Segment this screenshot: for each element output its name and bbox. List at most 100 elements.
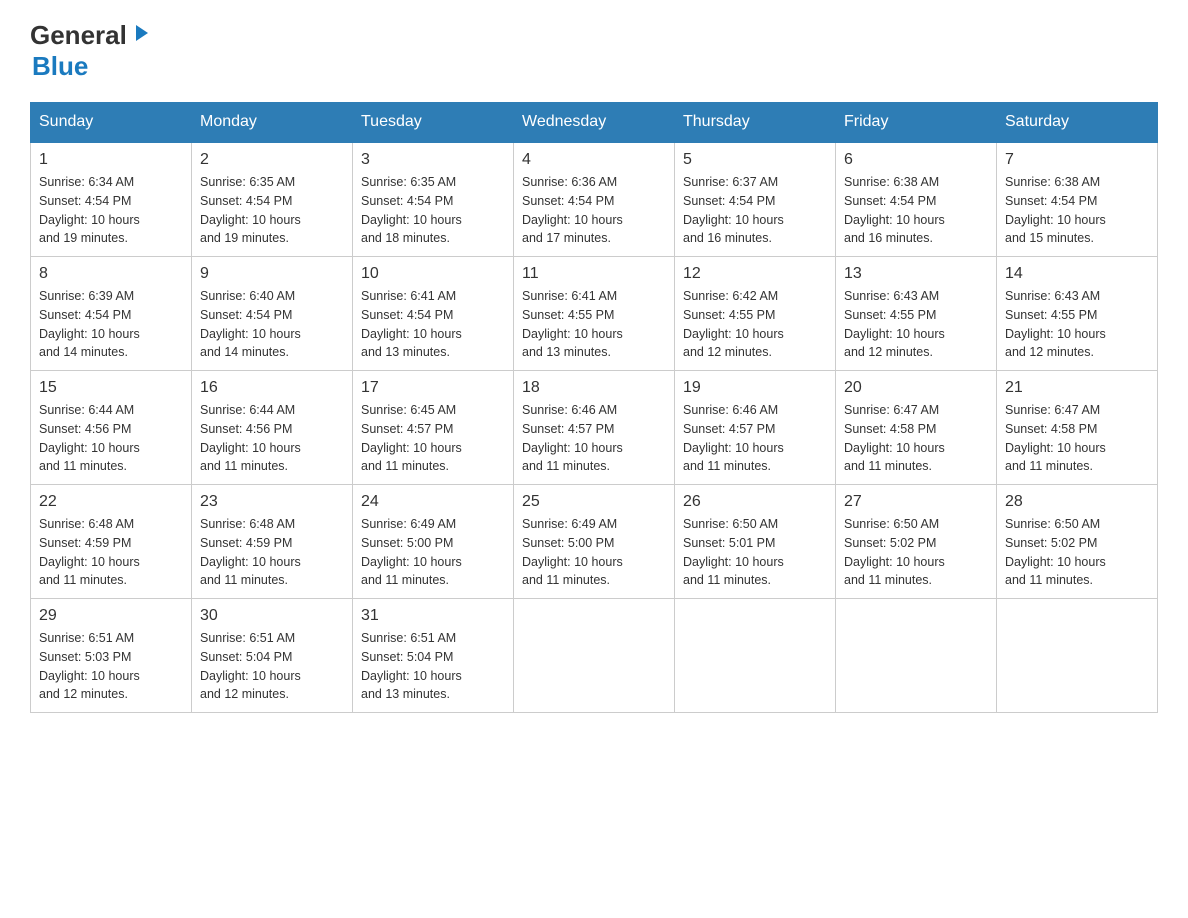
- day-info: Sunrise: 6:35 AM Sunset: 4:54 PM Dayligh…: [361, 173, 505, 248]
- day-number: 7: [1005, 151, 1149, 169]
- week-row-3: 15 Sunrise: 6:44 AM Sunset: 4:56 PM Dayl…: [31, 371, 1158, 485]
- day-info: Sunrise: 6:51 AM Sunset: 5:04 PM Dayligh…: [200, 629, 344, 704]
- day-number: 13: [844, 265, 988, 283]
- day-info: Sunrise: 6:45 AM Sunset: 4:57 PM Dayligh…: [361, 401, 505, 476]
- calendar-cell: 2 Sunrise: 6:35 AM Sunset: 4:54 PM Dayli…: [192, 142, 353, 257]
- day-number: 6: [844, 151, 988, 169]
- day-number: 3: [361, 151, 505, 169]
- day-info: Sunrise: 6:44 AM Sunset: 4:56 PM Dayligh…: [200, 401, 344, 476]
- calendar-cell: 17 Sunrise: 6:45 AM Sunset: 4:57 PM Dayl…: [353, 371, 514, 485]
- day-info: Sunrise: 6:49 AM Sunset: 5:00 PM Dayligh…: [361, 515, 505, 590]
- day-info: Sunrise: 6:47 AM Sunset: 4:58 PM Dayligh…: [1005, 401, 1149, 476]
- day-number: 29: [39, 607, 183, 625]
- calendar-cell: 15 Sunrise: 6:44 AM Sunset: 4:56 PM Dayl…: [31, 371, 192, 485]
- day-number: 11: [522, 265, 666, 283]
- day-info: Sunrise: 6:42 AM Sunset: 4:55 PM Dayligh…: [683, 287, 827, 362]
- day-number: 25: [522, 493, 666, 511]
- day-info: Sunrise: 6:35 AM Sunset: 4:54 PM Dayligh…: [200, 173, 344, 248]
- day-number: 24: [361, 493, 505, 511]
- weekday-header-sunday: Sunday: [31, 103, 192, 143]
- calendar-cell: 20 Sunrise: 6:47 AM Sunset: 4:58 PM Dayl…: [836, 371, 997, 485]
- day-number: 22: [39, 493, 183, 511]
- day-info: Sunrise: 6:34 AM Sunset: 4:54 PM Dayligh…: [39, 173, 183, 248]
- day-info: Sunrise: 6:46 AM Sunset: 4:57 PM Dayligh…: [522, 401, 666, 476]
- day-info: Sunrise: 6:39 AM Sunset: 4:54 PM Dayligh…: [39, 287, 183, 362]
- day-info: Sunrise: 6:46 AM Sunset: 4:57 PM Dayligh…: [683, 401, 827, 476]
- calendar-cell: 23 Sunrise: 6:48 AM Sunset: 4:59 PM Dayl…: [192, 485, 353, 599]
- day-info: Sunrise: 6:48 AM Sunset: 4:59 PM Dayligh…: [200, 515, 344, 590]
- calendar-cell: 6 Sunrise: 6:38 AM Sunset: 4:54 PM Dayli…: [836, 142, 997, 257]
- weekday-header-wednesday: Wednesday: [514, 103, 675, 143]
- calendar-cell: [997, 599, 1158, 713]
- calendar-cell: 19 Sunrise: 6:46 AM Sunset: 4:57 PM Dayl…: [675, 371, 836, 485]
- page-header: General Blue: [30, 20, 1158, 82]
- day-info: Sunrise: 6:43 AM Sunset: 4:55 PM Dayligh…: [1005, 287, 1149, 362]
- day-info: Sunrise: 6:40 AM Sunset: 4:54 PM Dayligh…: [200, 287, 344, 362]
- weekday-header-friday: Friday: [836, 103, 997, 143]
- calendar-cell: 30 Sunrise: 6:51 AM Sunset: 5:04 PM Dayl…: [192, 599, 353, 713]
- day-info: Sunrise: 6:51 AM Sunset: 5:04 PM Dayligh…: [361, 629, 505, 704]
- calendar-cell: 12 Sunrise: 6:42 AM Sunset: 4:55 PM Dayl…: [675, 257, 836, 371]
- calendar-cell: 8 Sunrise: 6:39 AM Sunset: 4:54 PM Dayli…: [31, 257, 192, 371]
- day-info: Sunrise: 6:47 AM Sunset: 4:58 PM Dayligh…: [844, 401, 988, 476]
- day-number: 10: [361, 265, 505, 283]
- calendar-cell: 25 Sunrise: 6:49 AM Sunset: 5:00 PM Dayl…: [514, 485, 675, 599]
- week-row-5: 29 Sunrise: 6:51 AM Sunset: 5:03 PM Dayl…: [31, 599, 1158, 713]
- day-number: 19: [683, 379, 827, 397]
- day-info: Sunrise: 6:48 AM Sunset: 4:59 PM Dayligh…: [39, 515, 183, 590]
- week-row-4: 22 Sunrise: 6:48 AM Sunset: 4:59 PM Dayl…: [31, 485, 1158, 599]
- day-number: 9: [200, 265, 344, 283]
- day-number: 14: [1005, 265, 1149, 283]
- day-number: 16: [200, 379, 344, 397]
- weekday-header-monday: Monday: [192, 103, 353, 143]
- day-number: 28: [1005, 493, 1149, 511]
- weekday-header-tuesday: Tuesday: [353, 103, 514, 143]
- day-info: Sunrise: 6:41 AM Sunset: 4:55 PM Dayligh…: [522, 287, 666, 362]
- day-number: 15: [39, 379, 183, 397]
- weekday-header-saturday: Saturday: [997, 103, 1158, 143]
- calendar-cell: 27 Sunrise: 6:50 AM Sunset: 5:02 PM Dayl…: [836, 485, 997, 599]
- day-info: Sunrise: 6:37 AM Sunset: 4:54 PM Dayligh…: [683, 173, 827, 248]
- calendar-cell: 21 Sunrise: 6:47 AM Sunset: 4:58 PM Dayl…: [997, 371, 1158, 485]
- day-number: 20: [844, 379, 988, 397]
- calendar-cell: 16 Sunrise: 6:44 AM Sunset: 4:56 PM Dayl…: [192, 371, 353, 485]
- day-info: Sunrise: 6:49 AM Sunset: 5:00 PM Dayligh…: [522, 515, 666, 590]
- day-number: 26: [683, 493, 827, 511]
- day-number: 5: [683, 151, 827, 169]
- calendar-cell: 9 Sunrise: 6:40 AM Sunset: 4:54 PM Dayli…: [192, 257, 353, 371]
- week-row-2: 8 Sunrise: 6:39 AM Sunset: 4:54 PM Dayli…: [31, 257, 1158, 371]
- weekday-header-row: SundayMondayTuesdayWednesdayThursdayFrid…: [31, 103, 1158, 143]
- calendar-cell: [514, 599, 675, 713]
- calendar-cell: 10 Sunrise: 6:41 AM Sunset: 4:54 PM Dayl…: [353, 257, 514, 371]
- logo-general: General: [30, 20, 127, 51]
- day-info: Sunrise: 6:38 AM Sunset: 4:54 PM Dayligh…: [844, 173, 988, 248]
- day-info: Sunrise: 6:50 AM Sunset: 5:02 PM Dayligh…: [844, 515, 988, 590]
- day-number: 27: [844, 493, 988, 511]
- day-info: Sunrise: 6:50 AM Sunset: 5:01 PM Dayligh…: [683, 515, 827, 590]
- calendar-cell: 18 Sunrise: 6:46 AM Sunset: 4:57 PM Dayl…: [514, 371, 675, 485]
- day-number: 12: [683, 265, 827, 283]
- day-number: 4: [522, 151, 666, 169]
- day-number: 8: [39, 265, 183, 283]
- calendar-cell: [836, 599, 997, 713]
- day-number: 2: [200, 151, 344, 169]
- day-number: 23: [200, 493, 344, 511]
- week-row-1: 1 Sunrise: 6:34 AM Sunset: 4:54 PM Dayli…: [31, 142, 1158, 257]
- calendar-cell: 14 Sunrise: 6:43 AM Sunset: 4:55 PM Dayl…: [997, 257, 1158, 371]
- calendar-cell: 4 Sunrise: 6:36 AM Sunset: 4:54 PM Dayli…: [514, 142, 675, 257]
- day-number: 17: [361, 379, 505, 397]
- calendar-table: SundayMondayTuesdayWednesdayThursdayFrid…: [30, 102, 1158, 713]
- day-number: 18: [522, 379, 666, 397]
- day-info: Sunrise: 6:44 AM Sunset: 4:56 PM Dayligh…: [39, 401, 183, 476]
- calendar-cell: 11 Sunrise: 6:41 AM Sunset: 4:55 PM Dayl…: [514, 257, 675, 371]
- calendar-cell: 26 Sunrise: 6:50 AM Sunset: 5:01 PM Dayl…: [675, 485, 836, 599]
- day-number: 30: [200, 607, 344, 625]
- calendar-cell: 5 Sunrise: 6:37 AM Sunset: 4:54 PM Dayli…: [675, 142, 836, 257]
- day-number: 1: [39, 151, 183, 169]
- day-info: Sunrise: 6:50 AM Sunset: 5:02 PM Dayligh…: [1005, 515, 1149, 590]
- day-info: Sunrise: 6:51 AM Sunset: 5:03 PM Dayligh…: [39, 629, 183, 704]
- calendar-cell: 7 Sunrise: 6:38 AM Sunset: 4:54 PM Dayli…: [997, 142, 1158, 257]
- calendar-cell: 1 Sunrise: 6:34 AM Sunset: 4:54 PM Dayli…: [31, 142, 192, 257]
- calendar-cell: [675, 599, 836, 713]
- calendar-cell: 29 Sunrise: 6:51 AM Sunset: 5:03 PM Dayl…: [31, 599, 192, 713]
